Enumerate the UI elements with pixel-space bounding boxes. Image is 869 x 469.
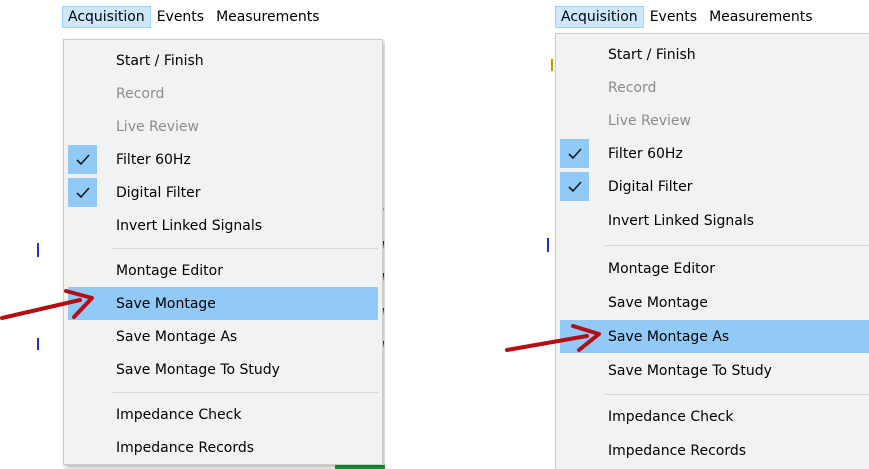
menu-item-impedance-check[interactable]: Impedance Check: [556, 400, 869, 433]
menu-events[interactable]: Events: [151, 6, 210, 28]
menu-item-filter-60hz[interactable]: Filter 60Hz: [64, 143, 382, 176]
checkmark-icon: [560, 139, 589, 168]
acquisition-dropdown: Start / Finish Record Live Review Filter…: [63, 39, 383, 465]
menu-item-record[interactable]: Record: [556, 71, 869, 104]
menu-separator: [112, 248, 378, 249]
menu-events[interactable]: Events: [644, 6, 703, 28]
menu-measurements[interactable]: Measurements: [703, 6, 818, 28]
right-screenshot-panel: Acquisition Events Measurements Start / …: [545, 0, 869, 469]
menu-separator: [604, 394, 869, 395]
menu-item-digital-filter[interactable]: Digital Filter: [556, 170, 869, 203]
menu-item-digital-filter[interactable]: Digital Filter: [64, 176, 382, 209]
red-arrow-icon: [0, 289, 94, 320]
signal-trace: [551, 59, 553, 71]
checkmark-icon: [560, 172, 589, 201]
acquisition-dropdown: Start / Finish Record Live Review Filter…: [555, 33, 869, 469]
menu-item-impedance-check[interactable]: Impedance Check: [64, 398, 382, 431]
menu-item-filter-60hz[interactable]: Filter 60Hz: [556, 137, 869, 170]
menu-acquisition[interactable]: Acquisition: [555, 5, 644, 28]
menubar: Acquisition Events Measurements: [555, 0, 819, 33]
menu-measurements[interactable]: Measurements: [210, 6, 325, 28]
left-screenshot-panel: Acquisition Events Measurements Start / …: [35, 0, 385, 469]
menu-item-save-montage[interactable]: Save Montage: [556, 286, 869, 319]
menu-item-live-review[interactable]: Live Review: [556, 104, 869, 137]
menu-item-montage-editor[interactable]: Montage Editor: [556, 252, 869, 285]
menu-item-start-finish[interactable]: Start / Finish: [64, 44, 382, 77]
menu-item-invert-linked-signals[interactable]: Invert Linked Signals: [556, 204, 869, 237]
menu-item-impedance-records[interactable]: Impedance Records: [556, 434, 869, 467]
checkmark-icon: [68, 145, 97, 174]
checkmark-icon: [68, 178, 97, 207]
menu-item-save-montage[interactable]: Save Montage: [68, 287, 378, 320]
menu-item-start-finish[interactable]: Start / Finish: [556, 38, 869, 71]
menu-item-live-review[interactable]: Live Review: [64, 110, 382, 143]
menu-item-impedance-records[interactable]: Impedance Records: [64, 431, 382, 464]
menu-item-record[interactable]: Record: [64, 77, 382, 110]
menu-item-save-montage-as[interactable]: Save Montage As: [64, 320, 382, 353]
menu-item-invert-linked-signals[interactable]: Invert Linked Signals: [64, 209, 382, 242]
signal-trace: [37, 243, 39, 257]
red-arrow-icon: [505, 324, 601, 352]
menu-item-save-montage-to-study[interactable]: Save Montage To Study: [556, 354, 869, 387]
status-green-bar: [335, 465, 385, 469]
menu-item-save-montage-as[interactable]: Save Montage As: [560, 320, 869, 353]
menu-separator: [604, 245, 869, 246]
signal-trace: [547, 238, 549, 252]
signal-trace: [37, 338, 39, 350]
menubar: Acquisition Events Measurements: [62, 0, 326, 33]
menu-item-montage-editor[interactable]: Montage Editor: [64, 254, 382, 287]
menu-item-save-montage-to-study[interactable]: Save Montage To Study: [64, 353, 382, 386]
menu-acquisition[interactable]: Acquisition: [62, 5, 151, 28]
menu-separator: [112, 392, 378, 393]
